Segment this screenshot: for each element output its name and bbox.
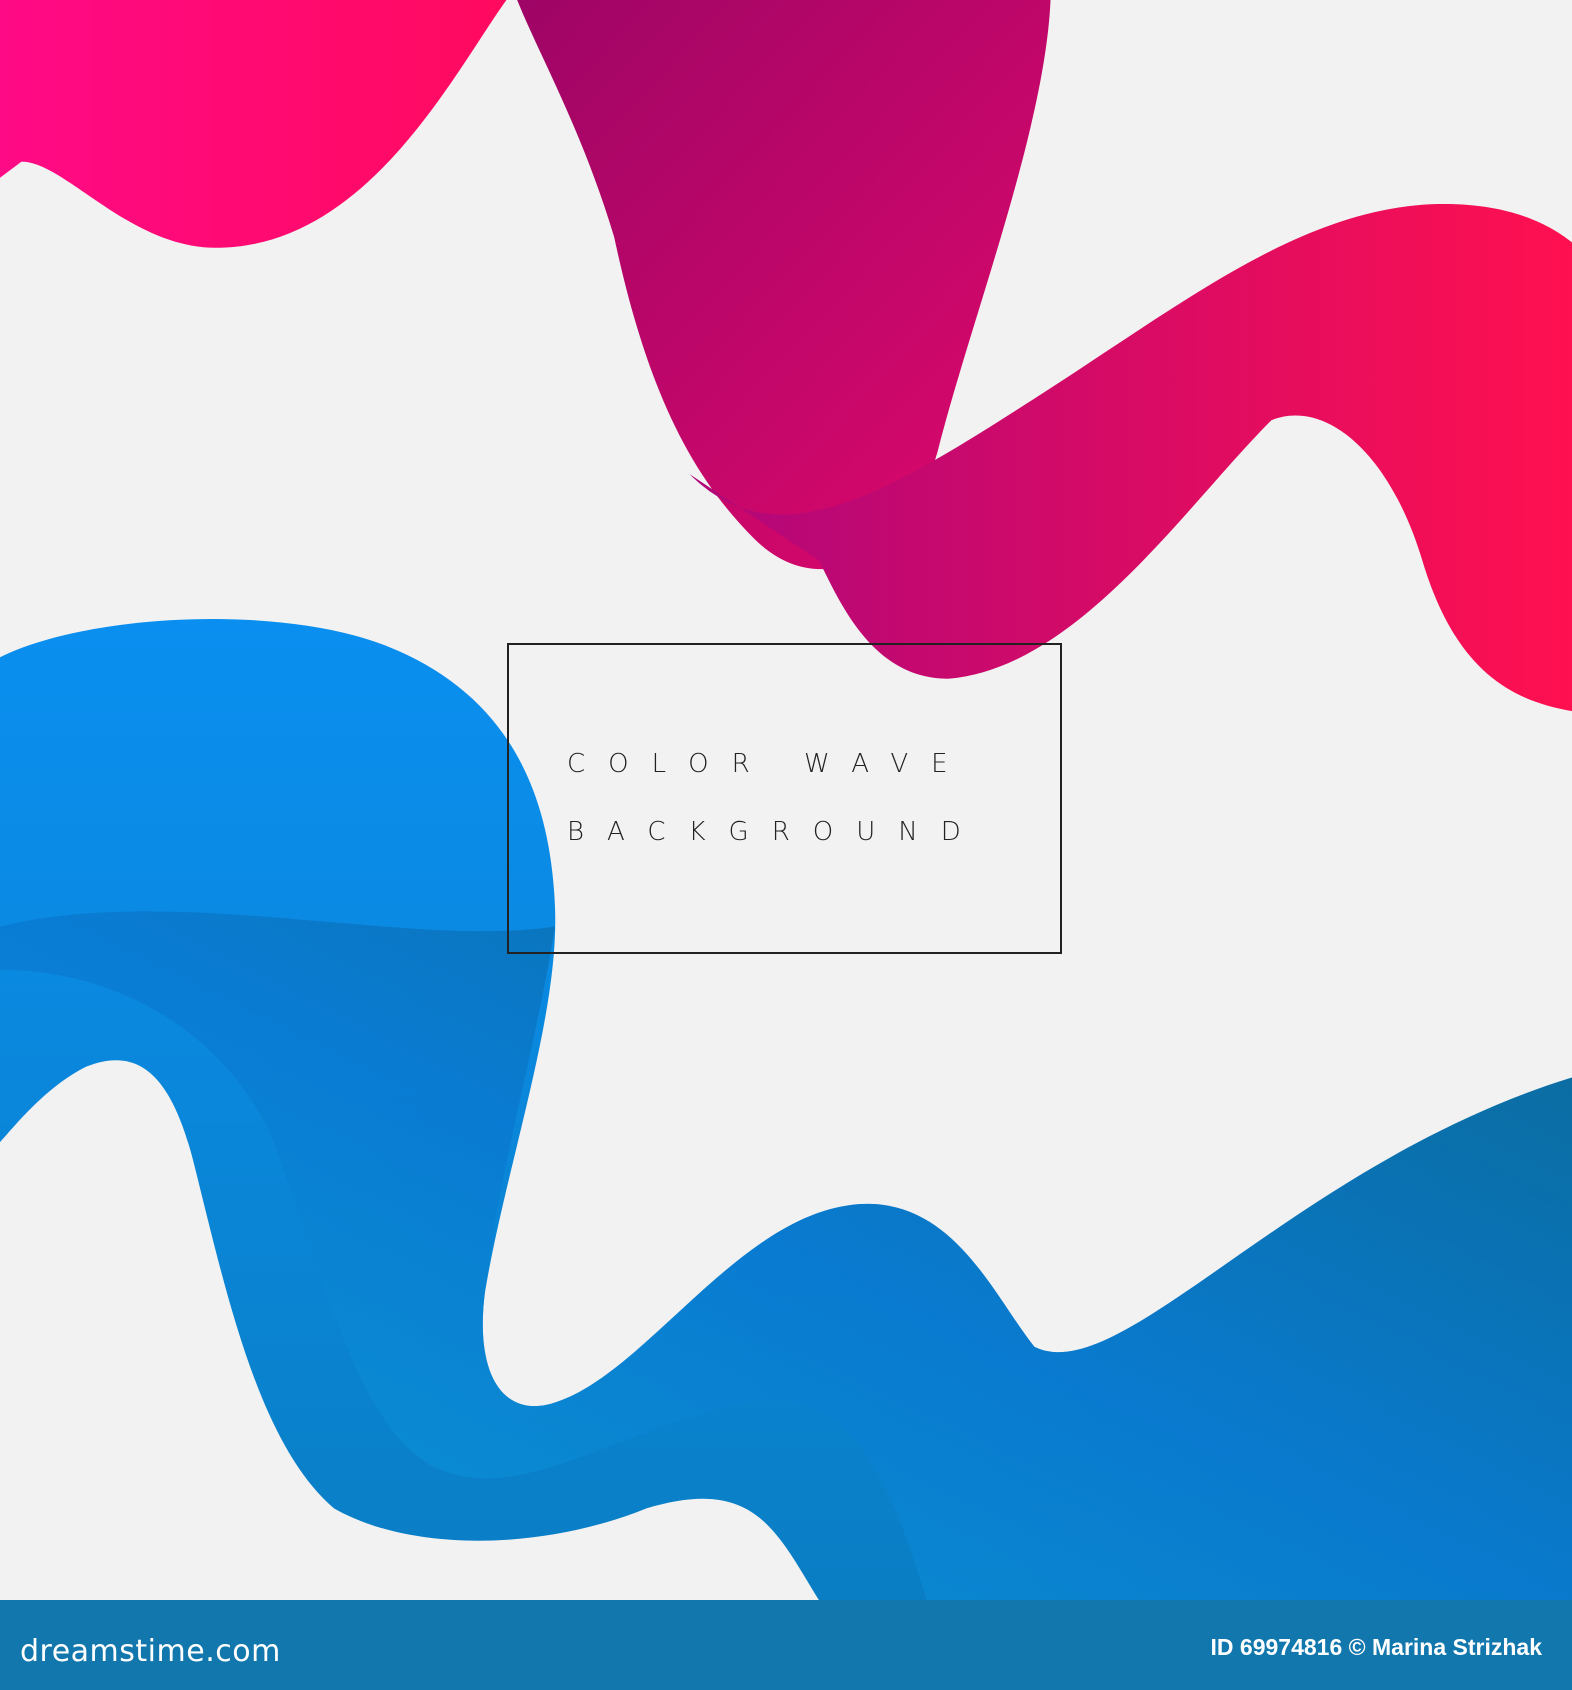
title-frame: COLOR WAVE BACKGROUND (507, 643, 1062, 954)
footer-bar: dreamstime.com ID 69974816 © Marina Stri… (0, 1600, 1572, 1690)
pink-wave-top-left (0, 0, 507, 248)
title-line-2: BACKGROUND (567, 817, 984, 847)
image-credit: ID 69974816 © Marina Strizhak (1210, 1634, 1542, 1660)
dreamstime-logo[interactable]: dreamstime.com (20, 1634, 281, 1669)
title-line-1: COLOR WAVE (567, 749, 971, 779)
